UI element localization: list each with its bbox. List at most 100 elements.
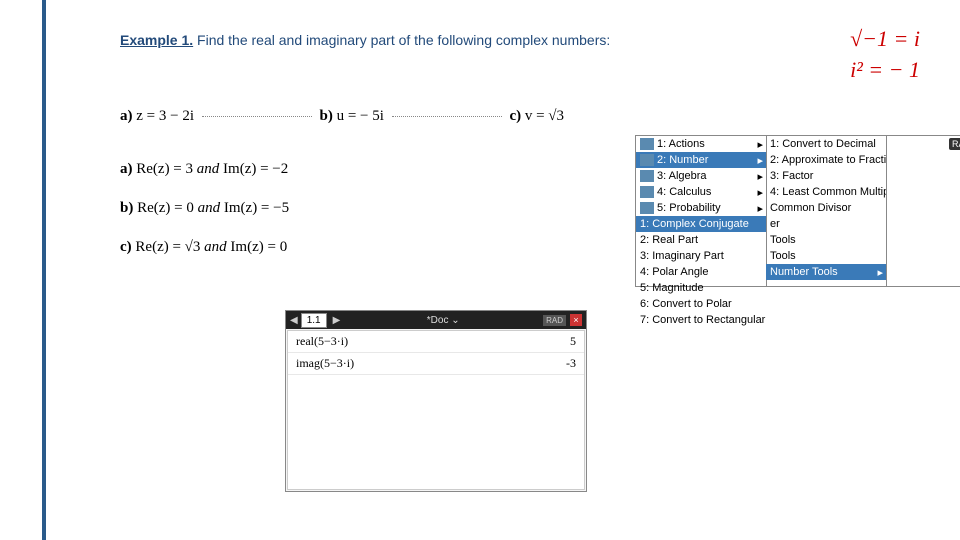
formula-2: i² = − 1 (850, 55, 920, 86)
menu-text: 5: Probability (657, 202, 721, 214)
menu-item[interactable]: 5: Probability ▸ (636, 200, 766, 216)
ans-b-im: Im(z) = −5 (224, 200, 289, 216)
example-prompt: Example 1. Find the real and imaginary p… (120, 30, 660, 51)
menu-item[interactable]: 2: Number ▸ (636, 152, 766, 168)
menu-text: Tools (770, 250, 796, 262)
menu-text: 3: Algebra (657, 170, 707, 182)
submenu-item[interactable]: 4: Least Common Multiple (766, 184, 886, 200)
menu-col-1: 1: Actions▸2: Number▸3: Algebra▸4: Calcu… (636, 136, 767, 286)
menu-text: 3: Factor (770, 170, 813, 182)
calc-input: imag(5−3·i) (296, 356, 354, 371)
dotted-sep (202, 116, 312, 117)
menu-icon (640, 138, 654, 150)
answers-block: a) Re(z) = 3 and Im(z) = −2 b) Re(z) = 0… (120, 150, 289, 267)
menu-text: 4: Least Common Multiple (770, 186, 886, 198)
ans-a: a) Re(z) = 3 and Im(z) = −2 (120, 150, 289, 189)
ans-a-label: a) (120, 161, 133, 177)
menu-text: 1: Convert to Decimal (770, 138, 876, 150)
menu-text: 5: Magnitude (640, 282, 704, 294)
ans-b: b) Re(z) = 0 and Im(z) = −5 (120, 189, 289, 228)
nav-left-icon[interactable]: ◀ (290, 315, 298, 326)
prob-b-expr: u = − 5i (337, 108, 384, 124)
menu-text: 7: Convert to Rectangular (640, 314, 765, 326)
menu-text: er (770, 218, 780, 230)
left-rule (0, 0, 46, 540)
submenu-item[interactable]: er (766, 216, 886, 232)
submenu-item[interactable]: 1: Convert to Decimal (766, 136, 886, 152)
submenu-item[interactable]: Common Divisor (766, 200, 886, 216)
example-text: Find the real and imaginary part of the … (197, 32, 610, 48)
menu-text: 3: Imaginary Part (640, 250, 724, 262)
menu-icon (640, 154, 654, 166)
nav-right-icon[interactable]: ▶ (333, 315, 341, 326)
menu-text: Tools (770, 234, 796, 246)
submenu-item[interactable]: 6: Convert to Polar (636, 296, 766, 312)
submenu-item[interactable]: Number Tools ▸ (766, 264, 886, 280)
menu-text: 2: Real Part (640, 234, 698, 246)
calculator-menu: RAD 1: Actions▸2: Number▸3: Algebra▸4: C… (635, 135, 960, 287)
calc-input: real(5−3·i) (296, 334, 348, 349)
menu-icon (640, 186, 654, 198)
and-word: and (198, 200, 221, 216)
submenu-item[interactable]: 3: Factor (766, 168, 886, 184)
menu-text: 4: Polar Angle (640, 266, 709, 278)
formula-1: √−1 = i (850, 24, 920, 55)
menu-item[interactable]: 3: Algebra ▸ (636, 168, 766, 184)
and-word: and (197, 161, 220, 177)
submenu-arrow-icon: ▸ (757, 154, 763, 167)
prob-c-expr: v = √3 (525, 108, 564, 124)
close-icon[interactable]: × (570, 314, 582, 326)
submenu-item[interactable]: 2: Real Part (636, 232, 766, 248)
submenu-item[interactable]: 3: Imaginary Part (636, 248, 766, 264)
calc-line: real(5−3·i) 5 (288, 331, 584, 353)
problem-list: a) z = 3 − 2i b) u = − 5i c) v = √3 (120, 108, 564, 125)
ans-c-im: Im(z) = 0 (230, 239, 287, 255)
ans-c: c) Re(z) = √3 and Im(z) = 0 (120, 228, 289, 267)
identity-formulas: √−1 = i i² = − 1 (850, 24, 920, 86)
submenu-arrow-icon: ▸ (757, 186, 763, 199)
menu-col-2: 1: Convert to Decimal 2: Approximate to F… (766, 136, 887, 286)
submenu-arrow-icon: ▸ (757, 170, 763, 183)
calc-body[interactable]: real(5−3·i) 5 imag(5−3·i) -3 (287, 330, 585, 490)
submenu-item[interactable]: Tools (766, 232, 886, 248)
menu-item[interactable]: 4: Calculus ▸ (636, 184, 766, 200)
rad-indicator: RAD (543, 315, 566, 326)
submenu-item[interactable]: 4: Polar Angle (636, 264, 766, 280)
menu-text: 4: Calculus (657, 186, 711, 198)
ans-c-re: Re(z) = √3 (135, 239, 200, 255)
menu-text: 1: Actions (657, 138, 705, 150)
menu-text: 2: Approximate to Fraction (770, 154, 886, 166)
ans-a-im: Im(z) = −2 (223, 161, 288, 177)
calc-tab[interactable]: 1.1 (301, 313, 327, 328)
prob-a-label: a) (120, 108, 133, 124)
menu-text: 2: Number (657, 154, 708, 166)
submenu-item[interactable]: 7: Convert to Rectangular (636, 312, 766, 328)
example-label: Example 1. (120, 32, 193, 48)
menu-icon (640, 202, 654, 214)
calc-output: -3 (566, 356, 576, 371)
calc-output: 5 (570, 334, 576, 349)
calculator-window: ◀ 1.1 ▶ *Doc ⌄ RAD × real(5−3·i) 5 imag(5−… (285, 310, 587, 492)
submenu-item[interactable]: Tools (766, 248, 886, 264)
page-content: Example 1. Find the real and imaginary p… (50, 0, 960, 540)
menu-item[interactable]: 1: Actions ▸ (636, 136, 766, 152)
prob-b-label: b) (320, 108, 333, 124)
menu-col-3 (886, 136, 960, 286)
submenu-item[interactable]: 2: Approximate to Fraction (766, 152, 886, 168)
prob-a-expr: z = 3 − 2i (136, 108, 194, 124)
menu-text: 6: Convert to Polar (640, 298, 732, 310)
and-word: and (204, 239, 227, 255)
submenu-item[interactable]: 5: Magnitude (636, 280, 766, 296)
submenu-item[interactable]: 1: Complex Conjugate (636, 216, 766, 232)
prob-c-label: c) (509, 108, 521, 124)
submenu-arrow-icon: ▸ (757, 138, 763, 151)
calc-titlebar: ◀ 1.1 ▶ *Doc ⌄ RAD × (286, 311, 586, 329)
dotted-sep (392, 116, 502, 117)
menu-text: 1: Complex Conjugate (640, 218, 749, 230)
submenu-arrow-icon: ▸ (757, 202, 763, 215)
menu-icon (640, 170, 654, 182)
calc-doc-title[interactable]: *Doc ⌄ (343, 315, 543, 326)
menu-text: Number Tools (770, 266, 838, 278)
menu-text: Common Divisor (770, 202, 851, 214)
submenu-arrow-icon: ▸ (877, 266, 883, 279)
